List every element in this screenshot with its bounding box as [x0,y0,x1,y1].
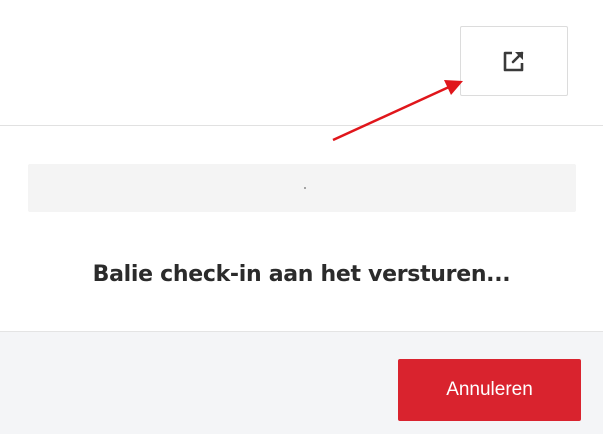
external-link-icon [501,48,527,74]
open-external-button[interactable] [460,26,568,96]
status-message: Balie check-in aan het versturen... [92,262,511,287]
progress-bar [28,164,576,212]
cancel-button[interactable]: Annuleren [398,359,581,421]
progress-indicator [304,187,306,189]
checkin-dialog: Balie check-in aan het versturen... Annu… [0,0,603,434]
dialog-footer: Annuleren [0,331,603,434]
dialog-header [0,0,603,126]
